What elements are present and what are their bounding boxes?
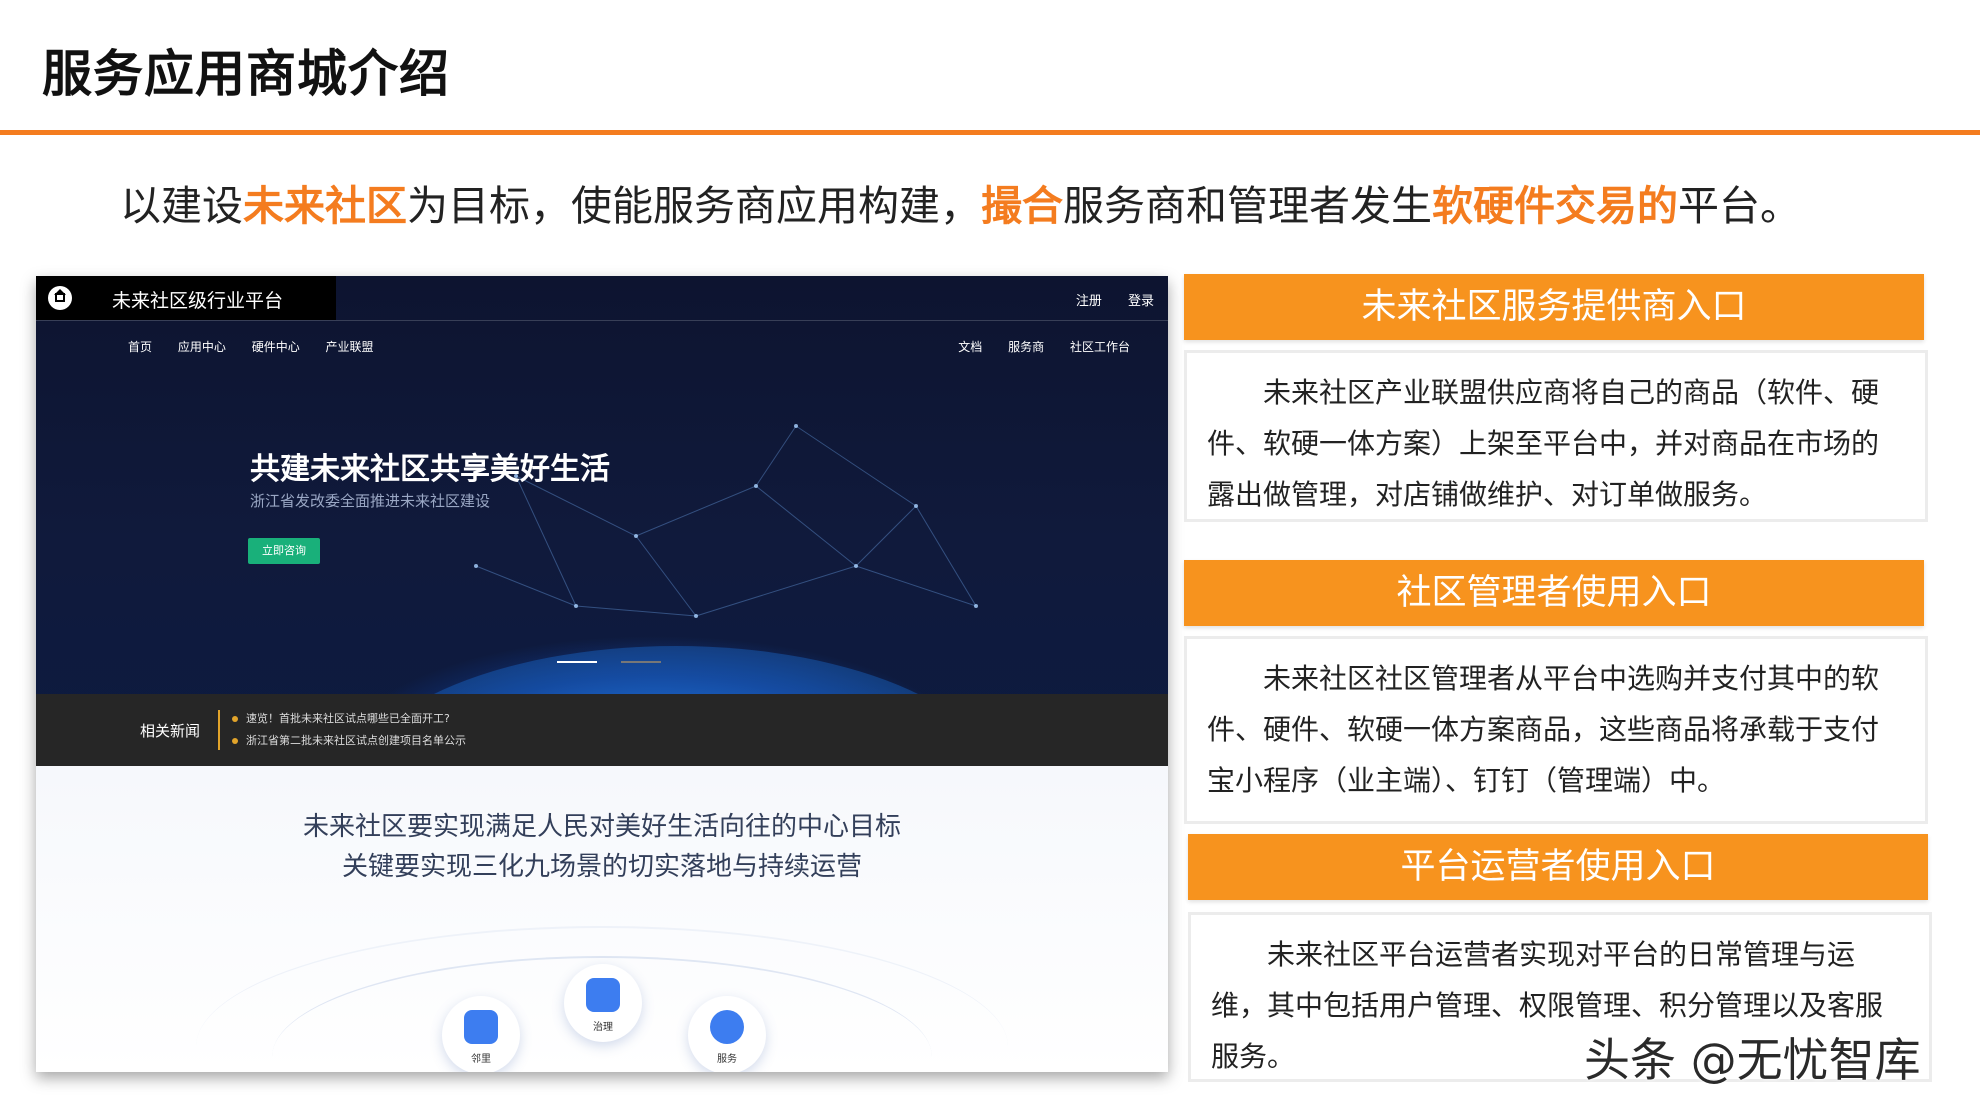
hero-banner: 未来社区级行业平台 注册 登录 首页 应用中心 硬件中心 产业联盟 文档 服务商… [36,276,1168,766]
scenario-label: 邻里 [471,1054,491,1065]
hero-subtitle: 浙江省发改委全面推进未来社区建设 [250,492,491,510]
nav-item-workbench[interactable]: 社区工作台 [1070,340,1130,354]
bullet-icon [232,738,238,744]
scenario-label: 服务 [717,1054,737,1065]
news-divider [218,710,220,750]
tagline-highlight: 撮合 [981,182,1063,230]
login-link[interactable]: 登录 [1128,294,1154,309]
tagline-part: 以建设 [120,182,243,230]
bullet-icon [232,716,238,722]
news-item[interactable]: 浙江省第二批未来社区试点创建项目名单公示 [232,732,466,748]
mission-section: 未来社区要实现满足人民对美好生活向往的中心目标 关键要实现三化九场景的切实落地与… [36,766,1168,1072]
heart-icon [710,1010,744,1044]
news-bar: 相关新闻 速览！首批未来社区试点哪些已全面开工? 浙江省第二批未来社区试点创建项… [36,694,1168,766]
scenario-circle-governance[interactable]: 治理 [564,964,642,1042]
tagline-part: 服务商和管理者发生 [1063,182,1432,230]
manager-entry-body: 未来社区社区管理者从平台中选购并支付其中的软件、硬件、软硬一体方案商品，这些商品… [1184,636,1928,824]
tagline-highlight: 软硬件交易的 [1432,182,1678,230]
main-nav: 首页 应用中心 硬件中心 产业联盟 [128,338,396,355]
register-link[interactable]: 注册 [1076,294,1102,309]
site-name: 未来社区级行业平台 [112,290,284,312]
tagline-highlight: 未来社区 [243,182,407,230]
carousel-indicator-active[interactable] [557,661,597,663]
news-label: 相关新闻 [140,722,201,740]
scenario-circle-service[interactable]: 服务 [688,996,766,1072]
nav-item-alliance[interactable]: 产业联盟 [326,340,374,354]
scenario-circle-neighbor[interactable]: 邻里 [442,996,520,1072]
platform-screenshot: 未来社区级行业平台 注册 登录 首页 应用中心 硬件中心 产业联盟 文档 服务商… [36,276,1168,1072]
home-logo-icon[interactable] [48,286,72,310]
nav-item-providers[interactable]: 服务商 [1008,340,1044,354]
news-item-text: 浙江省第二批未来社区试点创建项目名单公示 [246,734,466,747]
document-icon [586,978,620,1012]
tagline-part: 为目标，使能服务商应用构建， [407,182,981,230]
news-item[interactable]: 速览！首批未来社区试点哪些已全面开工? [232,710,450,726]
mission-line-1: 未来社区要实现满足人民对美好生活向往的中心目标 [302,812,901,842]
secondary-nav: 文档 服务商 社区工作台 [936,338,1130,355]
manager-entry-header: 社区管理者使用入口 [1184,560,1924,626]
title-rule [0,130,1980,135]
logo-area: 未来社区级行业平台 [36,276,336,320]
carousel-indicator[interactable] [621,661,661,663]
nav-item-hardware[interactable]: 硬件中心 [252,340,300,354]
tagline-part: 平台。 [1678,182,1801,230]
operator-entry-header: 平台运营者使用入口 [1188,834,1928,900]
nav-item-home[interactable]: 首页 [128,340,152,354]
watermark: 头条 @无忧智库 [1584,1033,1921,1087]
news-item-text: 速览！首批未来社区试点哪些已全面开工? [246,712,450,725]
nav-item-docs[interactable]: 文档 [958,340,982,354]
tagline: 以建设未来社区为目标，使能服务商应用构建，撮合服务商和管理者发生软硬件交易的平台… [120,172,1801,232]
provider-entry-body: 未来社区产业联盟供应商将自己的商品（软件、硬件、软硬一体方案）上架至平台中，并对… [1184,350,1928,522]
scenario-label: 治理 [593,1022,613,1033]
mission-line-2: 关键要实现三化九场景的切实落地与持续运营 [341,852,862,882]
slide-title: 服务应用商城介绍 [42,45,450,103]
hero-title: 共建未来社区共享美好生活 [250,452,610,487]
site-topbar: 未来社区级行业平台 注册 登录 [36,276,1168,321]
consult-button[interactable]: 立即咨询 [248,538,320,564]
provider-entry-header: 未来社区服务提供商入口 [1184,274,1924,340]
auth-links: 注册 登录 [1054,290,1154,309]
people-icon [464,1010,498,1044]
nav-item-apps[interactable]: 应用中心 [178,340,226,354]
